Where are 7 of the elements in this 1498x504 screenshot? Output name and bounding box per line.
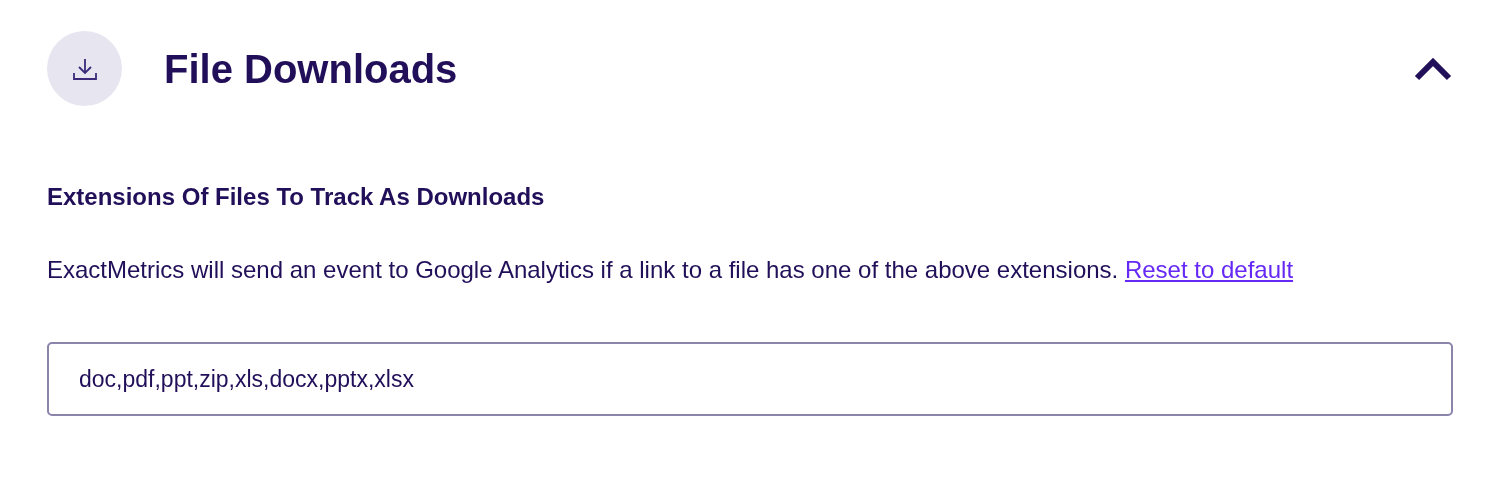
reset-link[interactable]: Reset to default: [1124, 256, 1294, 283]
chevron-icon: [1414, 56, 1452, 81]
download-icon: [71, 56, 98, 81]
field-label: Extensions Of Files To Track As Downloads: [47, 185, 546, 209]
section-title: File Downloads: [164, 48, 458, 89]
extensions-input-field[interactable]: doc,pdf,ppt,zip,xls,docx,pptx,xlsx: [47, 342, 1453, 416]
field-description: ExactMetrics will send an event to Google Analytics if a link to a file has one of the above extensions. Reset to default: [47, 255, 1295, 285]
